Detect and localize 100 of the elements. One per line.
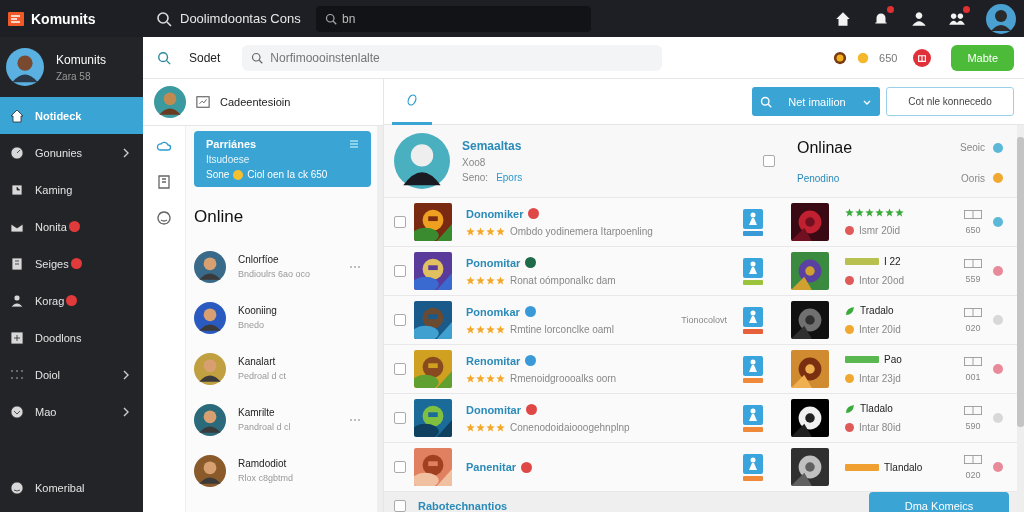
nav-item[interactable]: Komeribal xyxy=(0,469,143,506)
checkbox[interactable] xyxy=(394,265,406,277)
nav-label: Komeribal xyxy=(35,481,85,494)
contact-item[interactable]: Kanalart Pedroal d ct xyxy=(194,343,371,394)
search-field[interactable]: Norfimoooinstenlalte xyxy=(242,44,663,71)
figure-icon[interactable] xyxy=(743,453,763,474)
status-dot xyxy=(993,173,1003,183)
notification-dot xyxy=(963,5,970,13)
nav-item[interactable]: Seiges xyxy=(0,245,143,282)
game-title[interactable]: Donomiker xyxy=(466,207,524,220)
nav-label: Korag xyxy=(35,294,65,307)
avatar[interactable] xyxy=(986,3,1016,34)
checkbox[interactable] xyxy=(763,155,775,167)
profile-handle: Xoo8 xyxy=(462,157,487,168)
star-icon xyxy=(845,208,854,217)
contact-name: Kanalart xyxy=(238,356,277,367)
nav-label: Notideck xyxy=(35,109,82,122)
nav-item[interactable]: Kaming xyxy=(0,171,143,208)
book-icon[interactable] xyxy=(156,174,172,190)
star-icon xyxy=(466,422,475,432)
coin-icon xyxy=(233,169,244,180)
avatar[interactable] xyxy=(154,86,186,118)
star-icon xyxy=(476,275,485,285)
nav-label: Mao xyxy=(35,405,57,418)
checkbox[interactable] xyxy=(394,412,406,424)
outline-button[interactable]: Cot nle konnecedo xyxy=(886,87,1014,116)
star-icon xyxy=(496,275,505,285)
brand-name: Komunits xyxy=(31,10,96,27)
contact-item[interactable]: Ramdodiot Rlox c8gbtmd xyxy=(194,445,371,496)
figure-icon[interactable] xyxy=(743,355,763,376)
person-icon xyxy=(9,292,25,309)
count-text: 559 xyxy=(965,273,981,284)
nav-item[interactable]: Nonita xyxy=(0,208,143,245)
nav-label: Seiges xyxy=(35,257,69,270)
contact-name: Kamrilte xyxy=(238,407,276,418)
game-title[interactable]: Panenitar xyxy=(466,461,517,473)
avatar xyxy=(194,301,226,334)
smile-icon xyxy=(9,479,25,496)
filter-icon xyxy=(349,139,359,149)
game-title[interactable]: Renomitar xyxy=(466,354,521,367)
chevron-icon xyxy=(121,369,131,380)
chevron-icon xyxy=(9,403,25,420)
avatar[interactable] xyxy=(6,48,44,86)
star-icon xyxy=(496,226,505,236)
figure-icon[interactable] xyxy=(743,404,763,425)
game-title[interactable]: Ponomitar xyxy=(466,256,521,269)
item-title: Tladalo xyxy=(860,403,893,414)
checkbox[interactable] xyxy=(394,314,406,326)
figure-icon[interactable] xyxy=(743,306,763,327)
leaf-icon xyxy=(845,403,855,414)
status-title: Onlinae xyxy=(797,138,853,157)
scrollbar-thumb[interactable] xyxy=(1017,137,1024,427)
checkbox[interactable] xyxy=(394,363,406,375)
contact-item[interactable]: Cnlorfíoe Bndioulrs 6ao oco xyxy=(194,241,371,292)
figure-icon[interactable] xyxy=(743,257,763,278)
contact-name: Kooniing xyxy=(238,305,277,316)
search-field[interactable]: bn xyxy=(316,5,591,32)
controller-icon xyxy=(964,405,982,415)
star-icon xyxy=(486,226,495,236)
time-text: Intar 23jd xyxy=(859,373,901,384)
checkbox[interactable] xyxy=(394,216,406,228)
controller-icon xyxy=(964,209,982,219)
contact-item[interactable]: Kooniing Bnedo xyxy=(194,292,371,343)
more-icon[interactable] xyxy=(349,264,361,269)
nav-item[interactable]: Doodlons xyxy=(0,319,143,356)
nav-item[interactable]: Mao xyxy=(0,393,143,430)
panel-title: Cadeentesioin xyxy=(220,96,291,108)
contact-item[interactable]: Kamrilte Pandroal d cl xyxy=(194,394,371,445)
figure-icon[interactable] xyxy=(743,208,763,229)
game-title[interactable]: Donomitar xyxy=(466,403,521,416)
star-icon xyxy=(855,208,864,217)
toolbar-label: Sodet xyxy=(189,50,221,65)
ring-icon xyxy=(405,93,419,107)
star-icon xyxy=(496,324,505,334)
star-icon xyxy=(476,324,485,334)
gift-icon[interactable] xyxy=(913,48,932,67)
star-icon xyxy=(486,324,495,334)
game-description: Conenodoidaiooogehnplnp xyxy=(510,421,630,433)
avatar xyxy=(194,454,226,487)
time-text: Intar 80id xyxy=(859,422,901,433)
star-icon xyxy=(476,373,485,383)
checkbox[interactable] xyxy=(394,461,406,473)
person-icon[interactable] xyxy=(910,9,928,28)
nav-item[interactable]: Gonunies xyxy=(0,134,143,171)
more-icon[interactable] xyxy=(349,417,361,422)
game-title[interactable]: Ponomkar xyxy=(466,305,520,318)
time-text: Ismr 20id xyxy=(859,225,901,236)
status-link[interactable]: Penodino xyxy=(797,172,840,184)
checkbox[interactable] xyxy=(394,500,406,512)
nav-item[interactable]: Doiol xyxy=(0,356,143,393)
item-title: Tlandalo xyxy=(884,461,923,473)
nav-label: Doiol xyxy=(35,368,61,381)
search-icon[interactable] xyxy=(156,10,172,27)
nav-item[interactable]: Korag xyxy=(0,282,143,319)
smile-icon[interactable] xyxy=(156,210,172,226)
alert-badge xyxy=(66,295,78,306)
user-name: Komunits xyxy=(56,52,107,67)
scrollbar[interactable] xyxy=(1017,125,1024,512)
scrollbar[interactable] xyxy=(377,126,383,512)
notification-dot xyxy=(887,5,894,13)
